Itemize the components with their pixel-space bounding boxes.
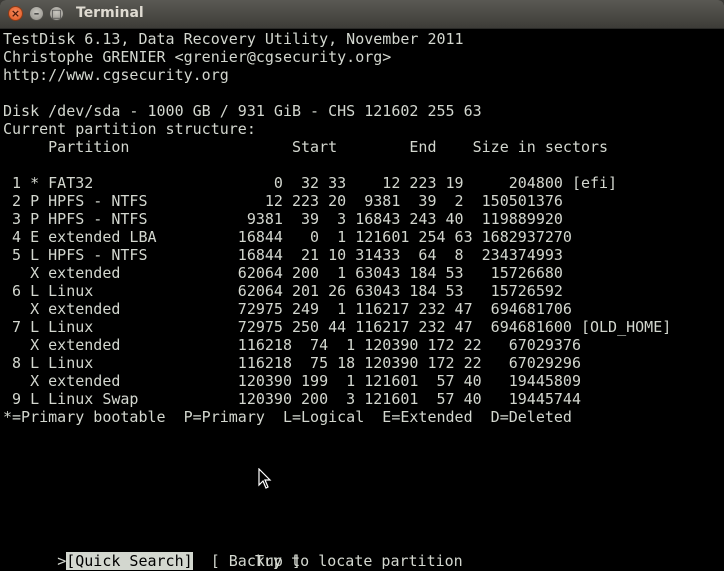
partition-row[interactable]: 9 L Linux Swap 120390 200 3 121601 57 40… — [3, 390, 581, 408]
partition-row[interactable]: 5 L HPFS - NTFS 16844 21 10 31433 64 8 2… — [3, 246, 563, 264]
title-bar[interactable]: × – □ Terminal — [0, 0, 724, 29]
partition-row[interactable]: X extended 72975 249 1 116217 232 47 694… — [3, 300, 572, 318]
partition-row[interactable]: X extended 62064 200 1 63043 184 53 1572… — [3, 264, 563, 282]
website-line: http://www.cgsecurity.org — [3, 66, 229, 84]
maximize-icon[interactable]: □ — [49, 6, 64, 21]
author-line: Christophe GRENIER <grenier@cgsecurity.o… — [3, 48, 392, 66]
app-title-line: TestDisk 6.13, Data Recovery Utility, No… — [3, 30, 464, 48]
terminal-content[interactable]: TestDisk 6.13, Data Recovery Utility, No… — [0, 29, 724, 571]
terminal-window: × – □ Terminal TestDisk 6.13, Data Recov… — [0, 0, 724, 571]
close-icon[interactable]: × — [8, 6, 23, 21]
partition-row[interactable]: 7 L Linux 72975 250 44 116217 232 47 694… — [3, 318, 671, 336]
partition-row[interactable]: 8 L Linux 116218 75 18 120390 172 22 670… — [3, 354, 581, 372]
legend-line: *=Primary bootable P=Primary L=Logical E… — [3, 408, 572, 426]
quick-search-button[interactable]: [Quick Search] — [66, 552, 193, 570]
columns-header: Partition Start End Size in sectors — [3, 138, 609, 156]
partition-row[interactable]: 1 * FAT32 0 32 33 12 223 19 204800 [efi] — [3, 174, 617, 192]
structure-label: Current partition structure: — [3, 120, 256, 138]
mouse-pointer-icon — [258, 468, 272, 489]
partition-row[interactable]: 6 L Linux 62064 201 26 63043 184 53 1572… — [3, 282, 563, 300]
partition-row[interactable]: 2 P HPFS - NTFS 12 223 20 9381 39 2 1505… — [3, 192, 563, 210]
partition-row[interactable]: 4 E extended LBA 16844 0 1 121601 254 63… — [3, 228, 572, 246]
menu-line: >[Quick Search] [ Backup ] — [3, 534, 301, 570]
disk-info-line: Disk /dev/sda - 1000 GB / 931 GiB - CHS … — [3, 102, 482, 120]
selection-marker: > — [57, 552, 67, 570]
minimize-icon[interactable]: – — [29, 6, 44, 21]
partition-row[interactable]: 3 P HPFS - NTFS 9381 39 3 16843 243 40 1… — [3, 210, 563, 228]
menu-hint: Try to locate partition — [255, 552, 463, 570]
partition-row[interactable]: X extended 116218 74 1 120390 172 22 670… — [3, 336, 581, 354]
partition-row[interactable]: X extended 120390 199 1 121601 57 40 194… — [3, 372, 581, 390]
window-title: Terminal — [76, 5, 144, 21]
